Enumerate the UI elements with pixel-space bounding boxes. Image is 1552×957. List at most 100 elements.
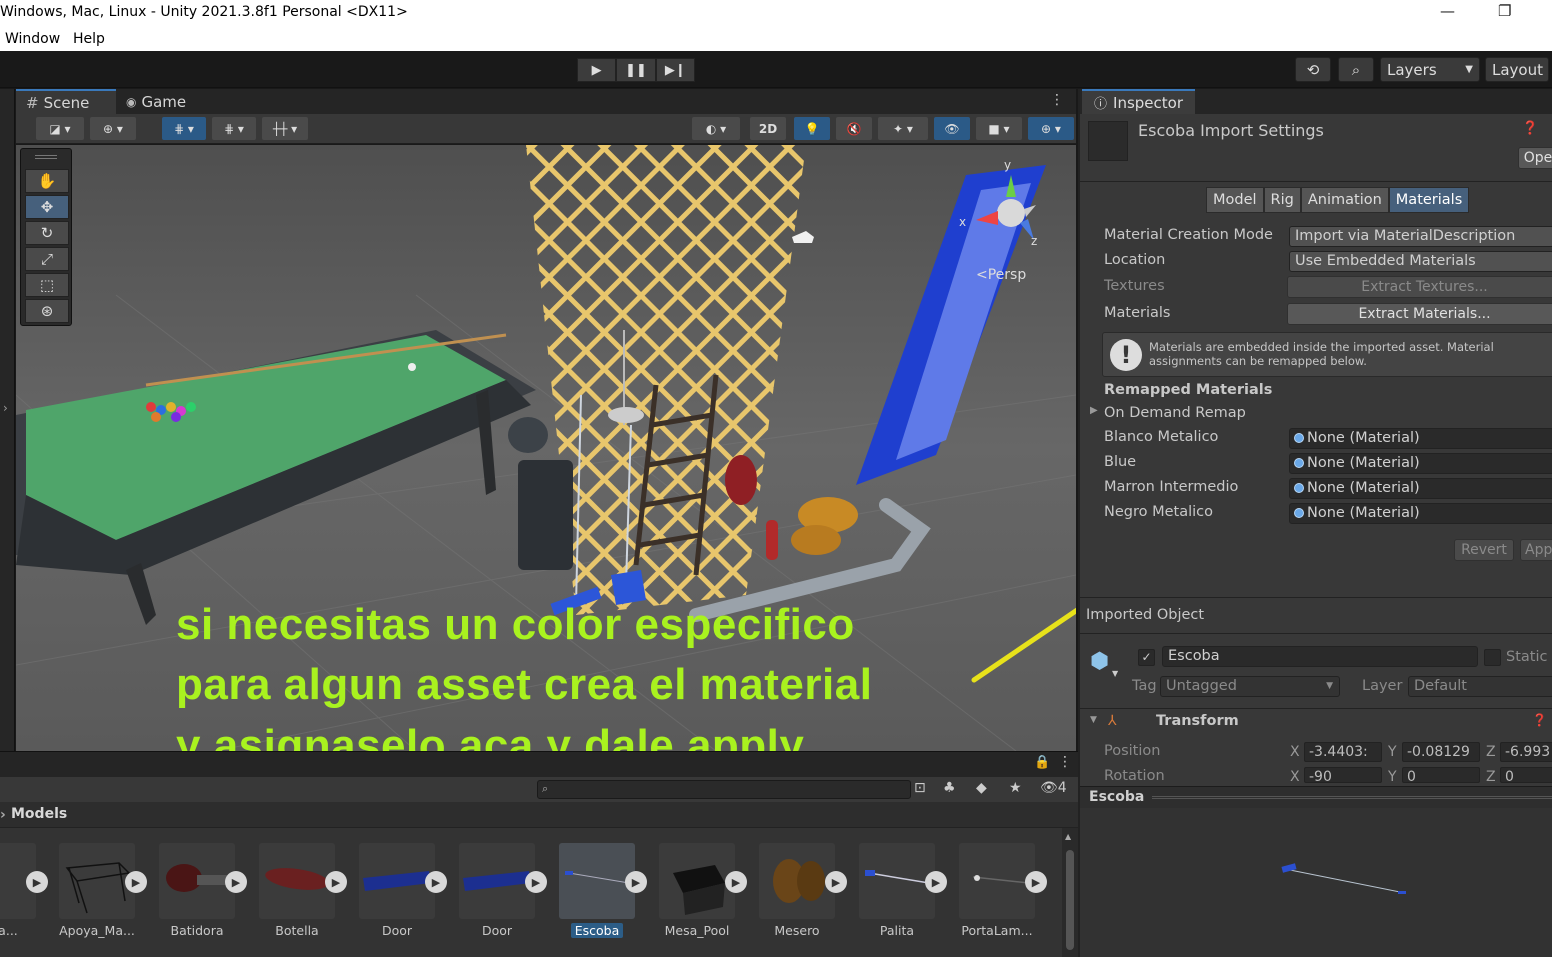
lock-icon[interactable]: 🔒 — [1034, 755, 1050, 770]
pause-icon[interactable]: ❚❚ — [616, 58, 656, 82]
object-picker-icon[interactable] — [1294, 433, 1304, 443]
material-object-field[interactable]: None (Material) — [1289, 428, 1552, 449]
object-name-field[interactable]: Escoba — [1162, 646, 1478, 667]
minimize-icon[interactable]: — — [1440, 2, 1455, 20]
open-button[interactable]: Ope — [1518, 147, 1552, 169]
transform-tool-icon[interactable]: ⊛ — [25, 299, 69, 323]
toggle-2d-button[interactable]: 2D — [750, 117, 786, 140]
asset-item[interactable]: ▶ Botella — [259, 843, 347, 938]
expand-play-icon[interactable]: ▶ — [125, 871, 147, 893]
tag-dropdown[interactable]: Untagged ▼ — [1160, 676, 1340, 697]
layer-dropdown[interactable]: Default — [1408, 676, 1552, 697]
location-dropdown[interactable]: Use Embedded Materials — [1289, 251, 1552, 272]
scale-tool-icon[interactable]: ⤢ — [25, 247, 69, 271]
move-tool-icon[interactable]: ✥ — [25, 195, 69, 219]
asset-item[interactable]: ▶ _Bra... — [0, 843, 48, 938]
lighting-icon[interactable]: 💡 — [794, 117, 830, 140]
visibility-icon[interactable]: 👁 — [934, 117, 970, 140]
type-filter-icon[interactable]: ♣ — [943, 780, 956, 796]
expand-play-icon[interactable]: ▶ — [725, 871, 747, 893]
tab-model[interactable]: Model — [1206, 187, 1264, 213]
grid-snap-icon[interactable]: ⋕ ▾ — [162, 117, 206, 140]
asset-item[interactable]: ▶ Door — [359, 843, 447, 938]
expand-arrow-icon[interactable]: › — [3, 401, 8, 415]
asset-item[interactable]: ▶ Escoba — [559, 843, 647, 938]
asset-item[interactable]: ▶ Palita — [859, 843, 947, 938]
mesh-preview[interactable] — [1080, 808, 1552, 957]
history-icon[interactable]: ⟲ — [1295, 57, 1331, 82]
static-checkbox[interactable] — [1484, 649, 1501, 666]
object-picker-icon[interactable] — [1294, 458, 1304, 468]
camera-icon[interactable]: ■ ▾ — [976, 117, 1022, 140]
asset-item[interactable]: ▶ Apoya_Ma... — [59, 843, 147, 938]
help-icon[interactable]: ❓ — [1522, 121, 1538, 136]
apply-button[interactable]: App — [1520, 539, 1552, 561]
chevron-down-icon[interactable]: ▼ — [1112, 669, 1118, 678]
position-x-field[interactable]: -3.4403: — [1304, 742, 1382, 762]
increment-snap-icon[interactable]: ⋕ ▾ — [212, 117, 256, 140]
expand-play-icon[interactable]: ▶ — [1025, 871, 1047, 893]
more-options-icon[interactable]: ⋮ — [1050, 92, 1064, 108]
left-panel-strip[interactable]: › — [0, 89, 15, 751]
extract-materials-button[interactable]: Extract Materials... — [1287, 303, 1552, 325]
expand-play-icon[interactable]: ▶ — [925, 871, 947, 893]
object-picker-icon[interactable] — [1294, 483, 1304, 493]
help-icon[interactable]: ❓ — [1532, 713, 1547, 727]
expand-play-icon[interactable]: ▶ — [425, 871, 447, 893]
drag-handle-icon[interactable] — [1152, 796, 1552, 799]
label-icon[interactable]: ◆ — [976, 780, 987, 796]
active-checkbox[interactable]: ✓ — [1138, 649, 1155, 666]
effects-icon[interactable]: ✦ ▾ — [878, 117, 928, 140]
extract-textures-button[interactable]: Extract Textures... — [1287, 276, 1552, 298]
draw-mode-icon[interactable]: ◪ ▾ — [36, 117, 84, 140]
asset-item[interactable]: ▶ Door — [459, 843, 547, 938]
audio-icon[interactable]: 🔇 — [836, 117, 872, 140]
search-input[interactable]: ⌕ — [537, 780, 911, 799]
menu-help[interactable]: Help — [73, 31, 105, 47]
search-icon[interactable]: ⌕ — [1338, 57, 1374, 82]
scroll-up-icon[interactable]: ▲ — [1065, 832, 1071, 841]
gizmos-icon[interactable]: ⊕ ▾ — [1028, 117, 1074, 140]
foldout-arrow-icon[interactable]: ▶ — [1090, 405, 1098, 416]
asset-item[interactable]: ▶ Mesero — [759, 843, 847, 938]
material-object-field[interactable]: None (Material) — [1289, 503, 1552, 524]
hidden-count-icon[interactable]: 👁4 — [1040, 780, 1067, 796]
play-icon[interactable]: ▶ — [577, 58, 617, 82]
object-picker-icon[interactable] — [1294, 508, 1304, 518]
expand-play-icon[interactable]: ▶ — [225, 871, 247, 893]
foldout-arrow-icon[interactable]: ▼ — [1090, 715, 1097, 725]
tab-scene[interactable]: # Scene — [16, 89, 116, 114]
preview-header[interactable]: Escoba — [1080, 786, 1552, 808]
tab-rig[interactable]: Rig — [1263, 187, 1301, 213]
favorite-star-icon[interactable]: ★ — [1009, 780, 1022, 796]
on-demand-remap-foldout[interactable]: On Demand Remap — [1104, 405, 1246, 421]
tab-inspector[interactable]: ⓘ Inspector — [1082, 89, 1195, 114]
tab-materials[interactable]: Materials — [1388, 187, 1470, 213]
hand-tool-icon[interactable]: ✋ — [25, 169, 69, 193]
restore-icon[interactable]: ❐ — [1498, 2, 1511, 20]
layout-dropdown[interactable]: Layout — [1485, 57, 1549, 82]
material-object-field[interactable]: None (Material) — [1289, 478, 1552, 499]
expand-play-icon[interactable]: ▶ — [525, 871, 547, 893]
persp-label[interactable]: <Persp — [976, 267, 1026, 283]
rotation-y-field[interactable]: 0 — [1402, 767, 1480, 783]
position-y-field[interactable]: -0.08129 — [1402, 742, 1480, 762]
ruler-icon[interactable]: ┼┼ ▾ — [262, 117, 308, 140]
rotation-z-field[interactable]: 0 — [1500, 767, 1552, 783]
drag-handle-icon[interactable] — [35, 155, 57, 159]
filter-icon[interactable]: ⊡ — [914, 780, 926, 796]
expand-play-icon[interactable]: ▶ — [325, 871, 347, 893]
rotate-tool-icon[interactable]: ↻ — [25, 221, 69, 245]
expand-play-icon[interactable]: ▶ — [26, 871, 48, 893]
expand-play-icon[interactable]: ▶ — [625, 871, 647, 893]
asset-item[interactable]: ▶ Mesa_Pool — [659, 843, 747, 938]
scene-viewport[interactable]: y x z <Persp si necesitas un color espec… — [16, 145, 1076, 751]
rotation-x-field[interactable]: -90 — [1304, 767, 1382, 783]
breadcrumb-models[interactable]: Models — [11, 806, 67, 822]
asset-scrollbar[interactable]: ▲ — [1062, 828, 1078, 957]
tab-animation[interactable]: Animation — [1300, 187, 1389, 213]
material-object-field[interactable]: None (Material) — [1289, 453, 1552, 474]
tab-game[interactable]: ◉ Game — [116, 89, 196, 114]
scroll-thumb[interactable] — [1066, 850, 1074, 950]
global-icon[interactable]: ⊕ ▾ — [90, 117, 136, 140]
